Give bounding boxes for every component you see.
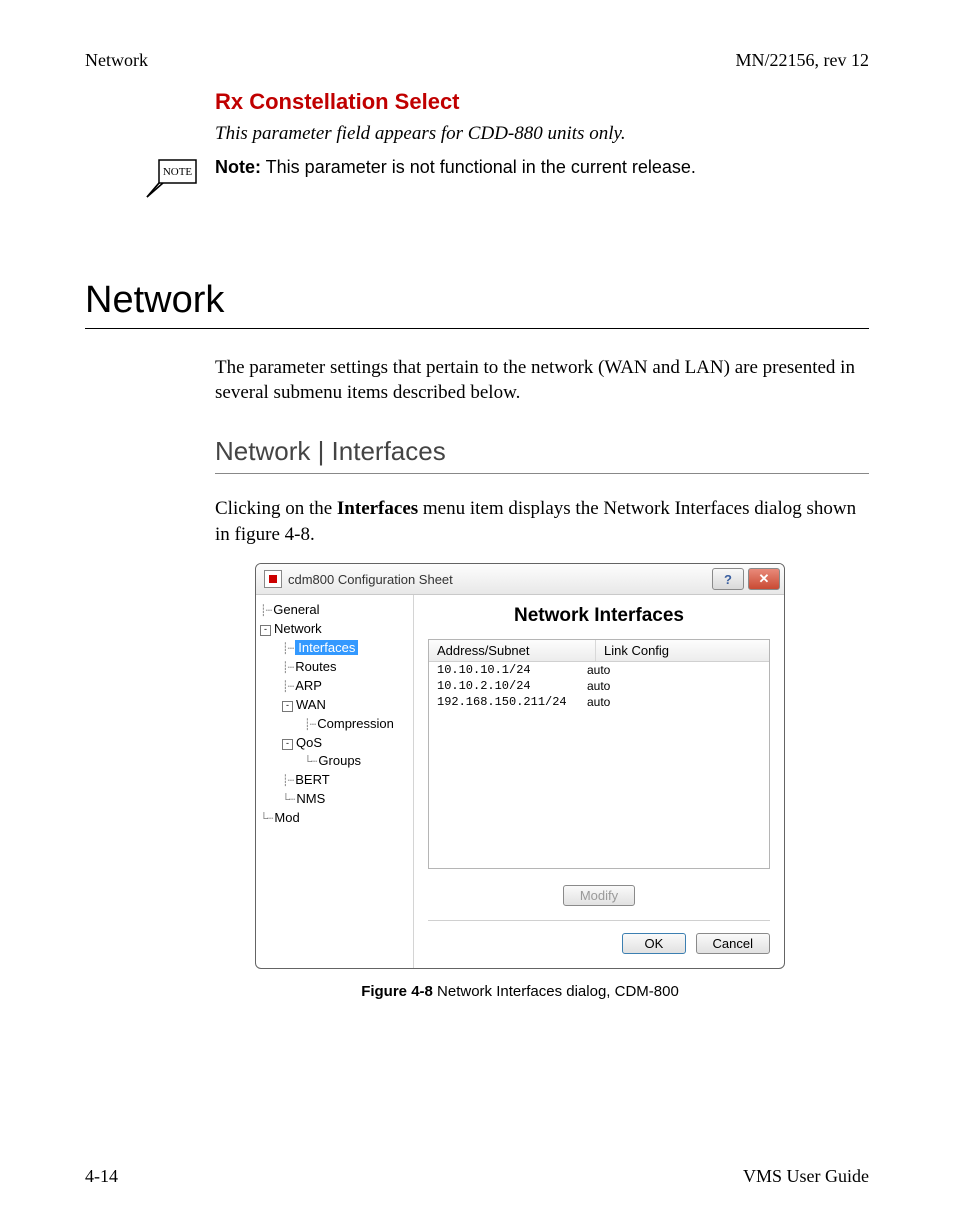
page-header: Network MN/22156, rev 12 [85,50,869,71]
interfaces-listbox[interactable]: Address/Subnet Link Config 10.10.10.1/24… [428,639,770,869]
table-row[interactable]: 10.10.2.10/24 auto [429,678,769,694]
figure-text: Network Interfaces dialog, CDM-800 [433,983,679,1000]
h2-network-interfaces: Network | Interfaces [215,436,869,467]
note-block: NOTE Note: This parameter is not functio… [85,157,869,199]
cell-link: auto [587,679,687,693]
dialog-title: cdm800 Configuration Sheet [288,572,708,587]
help-button[interactable]: ? [712,568,744,590]
tree-general[interactable]: ┊┄General [260,601,409,620]
footer-right: VMS User Guide [743,1166,869,1187]
list-header[interactable]: Address/Subnet Link Config [429,640,769,662]
tree-routes[interactable]: ┊┄Routes [260,658,409,677]
modify-button[interactable]: Modify [563,885,635,906]
config-dialog: cdm800 Configuration Sheet ? ✕ ┊┄General… [255,563,785,969]
h1-underline [85,328,869,329]
dialog-titlebar[interactable]: cdm800 Configuration Sheet ? ✕ [256,564,784,595]
cell-address: 192.168.150.211/24 [437,695,587,709]
ok-button[interactable]: OK [622,933,686,954]
table-row[interactable]: 10.10.10.1/24 auto [429,662,769,678]
pane-title: Network Interfaces [428,605,770,627]
tree-compression[interactable]: ┊┄Compression [260,715,409,734]
section-title-rx: Rx Constellation Select [215,89,869,115]
section-italic-line: This parameter field appears for CDD-880… [215,121,869,147]
header-left: Network [85,50,148,71]
page-footer: 4-14 VMS User Guide [85,1166,869,1187]
tree-wan[interactable]: -WAN [260,696,409,715]
intro-paragraph: The parameter settings that pertain to t… [215,355,869,406]
footer-left: 4-14 [85,1166,118,1187]
figure-label: Figure 4-8 [361,983,433,1000]
window-app-icon [264,570,282,588]
header-right: MN/22156, rev 12 [736,50,870,71]
note-icon-text: NOTE [163,166,193,178]
note-icon: NOTE [145,159,197,199]
cell-link: auto [587,663,687,677]
col-header-linkconfig[interactable]: Link Config [596,640,769,661]
tree-network[interactable]: -Network [260,620,409,639]
note-body: This parameter is not functional in the … [261,157,696,177]
tree-qos[interactable]: -QoS [260,734,409,753]
cell-address: 10.10.10.1/24 [437,663,587,677]
figure-caption: Figure 4-8 Network Interfaces dialog, CD… [255,983,785,1000]
tree-nms[interactable]: └┄NMS [260,790,409,809]
para2-pre: Clicking on the [215,498,337,519]
paragraph-interfaces: Clicking on the Interfaces menu item dis… [215,496,869,547]
tree-groups[interactable]: └┄Groups [260,752,409,771]
tree-interfaces[interactable]: ┊┄Interfaces [260,639,409,658]
h2-underline [215,473,869,474]
cell-link: auto [587,695,687,709]
tree-mod[interactable]: └┄Mod [260,809,409,828]
cell-address: 10.10.2.10/24 [437,679,587,693]
note-label: Note: [215,157,261,177]
note-text: Note: This parameter is not functional i… [215,157,696,178]
h1-network: Network [85,279,869,322]
tree-bert[interactable]: ┊┄BERT [260,771,409,790]
cancel-button[interactable]: Cancel [696,933,770,954]
para2-bold: Interfaces [337,498,418,519]
table-row[interactable]: 192.168.150.211/24 auto [429,694,769,710]
tree-arp[interactable]: ┊┄ARP [260,677,409,696]
close-button[interactable]: ✕ [748,568,780,590]
col-header-address[interactable]: Address/Subnet [429,640,596,661]
nav-tree[interactable]: ┊┄General -Network ┊┄Interfaces ┊┄Routes… [256,595,414,968]
